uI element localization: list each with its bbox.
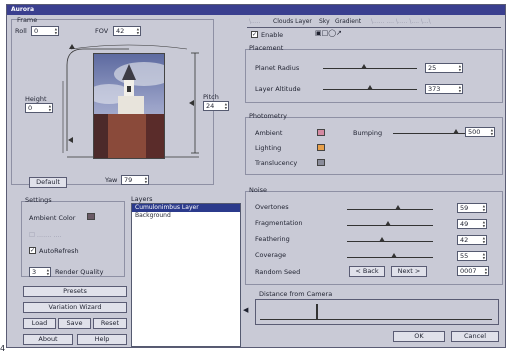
layer-item-selected[interactable]: Cumulonimbus Layer [132, 204, 240, 212]
photometry-title: Photometry [249, 112, 287, 120]
layer-altitude-spinbox[interactable]: 373 [425, 84, 463, 94]
yaw-spinbox[interactable]: 79 [121, 175, 149, 185]
next-button[interactable]: Next > [391, 266, 427, 277]
overtones-label: Overtones [255, 203, 289, 211]
variation-wizard-button[interactable]: Variation Wizard [23, 302, 127, 313]
fov-label: FOV [95, 27, 109, 35]
fov-spinbox[interactable]: 42 [113, 26, 141, 36]
save-button[interactable]: Save [58, 318, 91, 329]
placement-group [245, 49, 503, 103]
overtones-spinbox[interactable]: 59 [457, 203, 487, 213]
plugin-window: Aurora Frame Roll 0 FOV 42 [6, 4, 506, 348]
height-thumb-icon [68, 137, 73, 143]
default-button[interactable]: Default [29, 177, 67, 188]
ok-button[interactable]: OK [393, 331, 445, 342]
enable-checkbox[interactable]: ✓ [251, 31, 258, 38]
roll-label: Roll [15, 27, 27, 35]
distance-graph[interactable] [255, 299, 499, 325]
noise-title: Noise [249, 186, 268, 194]
layer-item[interactable]: Background [132, 212, 240, 220]
photometry-lighting-swatch[interactable] [317, 144, 325, 151]
settings-group-title: Settings [25, 196, 52, 204]
ambient-color-swatch[interactable] [87, 213, 95, 220]
overtones-thumb[interactable] [395, 205, 401, 210]
fragmentation-thumb[interactable] [385, 221, 391, 226]
about-button[interactable]: About [23, 334, 73, 345]
load-button[interactable]: Load [23, 318, 56, 329]
overtones-slider[interactable] [347, 209, 433, 210]
fragmentation-label: Fragmentation [255, 219, 303, 227]
window-title: Aurora [11, 6, 35, 13]
distance-axis [260, 319, 492, 320]
feathering-label: Feathering [255, 235, 290, 243]
planet-radius-slider[interactable] [323, 68, 417, 69]
layers-title: Layers [131, 195, 153, 203]
roll-spinbox[interactable]: 0 [31, 26, 59, 36]
tab-gradient[interactable]: Gradient [335, 18, 361, 25]
top-arc [70, 44, 188, 50]
photometry-ambient-label: Ambient [255, 129, 283, 137]
fragmentation-spinbox[interactable]: 49 [457, 219, 487, 229]
coverage-slider[interactable] [347, 257, 433, 258]
render-quality-label: Render Quality [55, 268, 104, 276]
random-seed-label: Random Seed [255, 268, 301, 276]
autorefresh-checkbox[interactable]: ✓ [29, 247, 36, 254]
back-button[interactable]: < Back [349, 266, 385, 277]
feathering-spinbox[interactable]: 42 [457, 235, 487, 245]
pitch-spinbox[interactable]: 24 [203, 101, 229, 111]
random-seed-spinbox[interactable]: 0007 [457, 266, 489, 276]
photometry-translucency-swatch[interactable] [317, 159, 325, 166]
settings-group [21, 201, 125, 277]
distance-marker[interactable] [316, 304, 318, 319]
tab-ghost-1[interactable]: \..... [249, 18, 261, 25]
height-label: Height [25, 95, 47, 103]
coverage-label: Coverage [255, 251, 287, 259]
layer-altitude-label: Layer Altitude [255, 85, 301, 93]
tab-clouds-layer[interactable]: Clouds Layer [273, 18, 312, 25]
cancel-button[interactable]: Cancel [451, 331, 499, 342]
bumping-spinbox[interactable]: 500 [465, 127, 495, 137]
pitch-thumb-icon [189, 100, 194, 106]
photometry-translucency-label: Translucency [255, 159, 298, 167]
reset-button[interactable]: Reset [93, 318, 127, 329]
yaw-label: Yaw [105, 176, 118, 184]
tab-sky[interactable]: Sky [319, 18, 330, 25]
tab-strip: \..... Clouds Layer Sky Gradient \......… [247, 17, 501, 28]
disabled-option-text: ☐ ....... .... [29, 231, 62, 239]
placement-title: Placement [249, 44, 284, 52]
church-photo [94, 54, 164, 158]
ambient-color-label: Ambient Color [29, 214, 76, 222]
distance-title: Distance from Camera [259, 290, 333, 298]
distance-arrow-icon: ◀ [243, 306, 249, 314]
enable-label: Enable [261, 31, 284, 39]
title-bar: Aurora [7, 5, 505, 15]
planet-radius-label: Planet Radius [255, 64, 300, 72]
frame-preview-image [93, 53, 165, 159]
coverage-spinbox[interactable]: 55 [457, 251, 487, 261]
layer-altitude-thumb[interactable] [367, 85, 373, 90]
photometry-ambient-swatch[interactable] [317, 129, 325, 136]
help-button[interactable]: Help [77, 334, 127, 345]
coverage-thumb[interactable] [391, 253, 397, 258]
roll-thumb-icon [69, 44, 75, 49]
render-quality-spinbox[interactable]: 3 [29, 267, 51, 277]
pitch-label: Pitch [203, 93, 219, 101]
planet-radius-spinbox[interactable]: 25 [425, 63, 463, 73]
bumping-label: Bumping [353, 129, 383, 137]
planet-radius-thumb[interactable] [361, 64, 367, 69]
presets-button[interactable]: Presets [23, 286, 127, 297]
bumping-thumb[interactable] [453, 129, 459, 134]
feathering-slider[interactable] [347, 241, 433, 242]
autorefresh-label: AutoRefresh [39, 247, 79, 255]
height-spinbox[interactable]: 0 [25, 103, 53, 113]
layers-list[interactable]: Cumulonimbus Layer Background [131, 203, 241, 347]
feathering-thumb[interactable] [379, 237, 385, 242]
footnote-number: 4 [0, 344, 6, 353]
photometry-lighting-label: Lighting [255, 144, 282, 152]
layer-tool-icons[interactable]: ▣□◯↗ [315, 29, 342, 37]
tab-ghost-2[interactable]: \...... .... \..... \.... \...\ [371, 18, 431, 25]
frame-group-title: Frame [17, 16, 38, 24]
